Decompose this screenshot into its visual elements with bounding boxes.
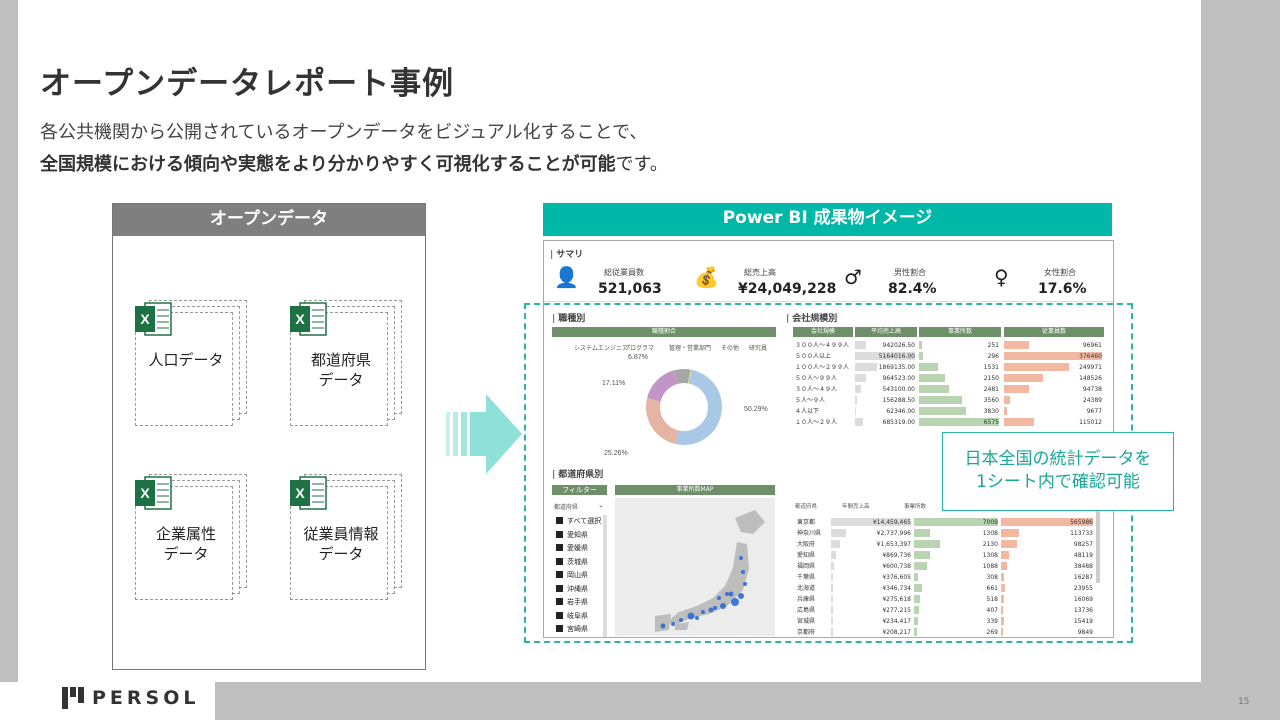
male-icon: ♂: [844, 265, 862, 289]
kpi-label: 男性割合: [894, 268, 926, 277]
description-emphasis: 全国規模における傾向や実態をより分かりやすく可視化することが可能: [40, 154, 616, 175]
logo-text: PERSOL: [92, 687, 200, 709]
description-line-1: 各公共機関から公開されているオープンデータをビジュアル化することで、: [40, 122, 648, 143]
kpi-value: 17.6%: [1038, 281, 1087, 297]
file-label: 人口データ: [148, 351, 224, 369]
description-line-2: 全国規模における傾向や実態をより分かりやすく可視化することが可能です。: [40, 150, 668, 176]
svg-text:X: X: [140, 311, 150, 327]
summary-section-title: サマリ: [550, 247, 583, 260]
right-arrow-icon: [446, 394, 522, 474]
persol-logo-icon: [62, 687, 84, 709]
excel-icon: X: [135, 300, 173, 338]
excel-icon: X: [290, 474, 328, 512]
person-icon: 👤: [554, 265, 579, 289]
kpi-label: 女性割合: [1044, 268, 1076, 277]
excel-icon: X: [135, 474, 173, 512]
file-document: X 従業員情報 データ: [290, 474, 410, 600]
file-label: 従業員情報 データ: [303, 525, 379, 563]
file-document: X 人口データ: [135, 300, 255, 426]
file-label: 企業属性 データ: [155, 525, 216, 563]
page-number: 15: [1238, 697, 1250, 707]
excel-icon: X: [290, 300, 328, 338]
callout-box: 日本全国の統計データを 1シート内で確認可能: [942, 432, 1174, 511]
page-title: オープンデータレポート事例: [40, 66, 455, 102]
kpi-label: 総従業員数: [604, 268, 644, 277]
money-bag-icon: 💰: [694, 265, 719, 289]
file-label: 都道府県 データ: [310, 351, 371, 389]
persol-logo: PERSOL: [62, 684, 199, 712]
footer-band: [215, 682, 1280, 720]
file-document: X 企業属性 データ: [135, 474, 255, 600]
kpi-value: ¥24,049,228: [738, 281, 837, 297]
description-suffix: です。: [615, 154, 668, 175]
female-icon: ♀: [994, 265, 1009, 289]
kpi-label: 総売上高: [744, 268, 776, 277]
divider: [544, 301, 1113, 302]
open-data-header: オープンデータ: [113, 204, 425, 236]
svg-text:X: X: [295, 311, 305, 327]
kpi-value: 82.4%: [888, 281, 937, 297]
kpi-value: 521,063: [598, 281, 662, 297]
file-document: X 都道府県 データ: [290, 300, 410, 426]
powerbi-header: Power BI 成果物イメージ: [543, 203, 1112, 236]
svg-text:X: X: [140, 485, 150, 501]
svg-text:X: X: [295, 485, 305, 501]
